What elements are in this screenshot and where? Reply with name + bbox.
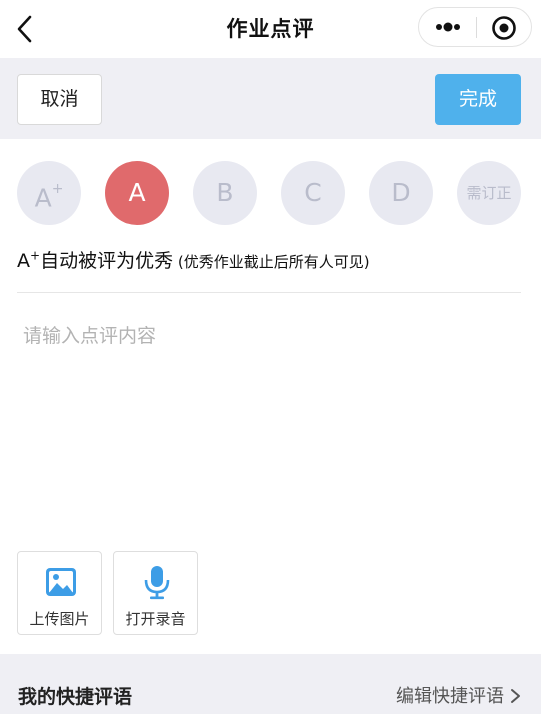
- grade-b[interactable]: B: [193, 161, 257, 225]
- grade-note: A+自动被评为优秀 (优秀作业截止后所有人可见): [17, 246, 370, 273]
- grade-sup: +: [51, 181, 64, 197]
- grade-a-plus[interactable]: A+: [17, 161, 81, 225]
- chevron-right-icon: [511, 689, 520, 703]
- capsule-divider: [476, 17, 477, 38]
- more-dots-icon[interactable]: [433, 17, 465, 37]
- grade-label: A: [34, 183, 52, 213]
- image-icon: [44, 564, 78, 600]
- grade-label: A: [128, 178, 146, 207]
- edit-quick-comments-label: 编辑快捷评语: [396, 686, 504, 707]
- upload-image-button[interactable]: 上传图片: [17, 551, 102, 635]
- grade-label: 需订正: [466, 184, 512, 202]
- upload-image-label: 上传图片: [29, 610, 90, 628]
- open-recording-label: 打开录音: [125, 610, 186, 628]
- nav-bar: 作业点评: [0, 0, 541, 58]
- grade-d[interactable]: D: [369, 161, 433, 225]
- grade-c[interactable]: C: [281, 161, 345, 225]
- note-prefix: A: [17, 250, 30, 272]
- grade-label: C: [304, 178, 322, 207]
- quick-comments-title: 我的快捷评语: [18, 686, 133, 708]
- comment-input[interactable]: [17, 315, 521, 535]
- action-bar: 取消 完成: [0, 58, 541, 139]
- target-icon[interactable]: [491, 15, 517, 41]
- grade-a[interactable]: A: [105, 161, 169, 225]
- grade-needs-correction[interactable]: 需订正: [457, 161, 521, 225]
- edit-quick-comments-link[interactable]: 编辑快捷评语: [396, 682, 521, 708]
- microphone-icon: [140, 564, 174, 600]
- note-main: 自动被评为优秀: [40, 250, 174, 272]
- divider: [17, 292, 521, 293]
- quick-comments-bar: 我的快捷评语 编辑快捷评语: [0, 654, 541, 714]
- done-button[interactable]: 完成: [435, 74, 521, 125]
- cancel-button[interactable]: 取消: [17, 74, 102, 125]
- mini-program-capsule: [418, 7, 532, 47]
- grade-label: D: [391, 178, 411, 207]
- grade-label: B: [216, 178, 234, 207]
- note-sub: (优秀作业截止后所有人可见): [173, 253, 370, 271]
- note-prefix-sup: +: [30, 248, 41, 263]
- open-recording-button[interactable]: 打开录音: [113, 551, 198, 635]
